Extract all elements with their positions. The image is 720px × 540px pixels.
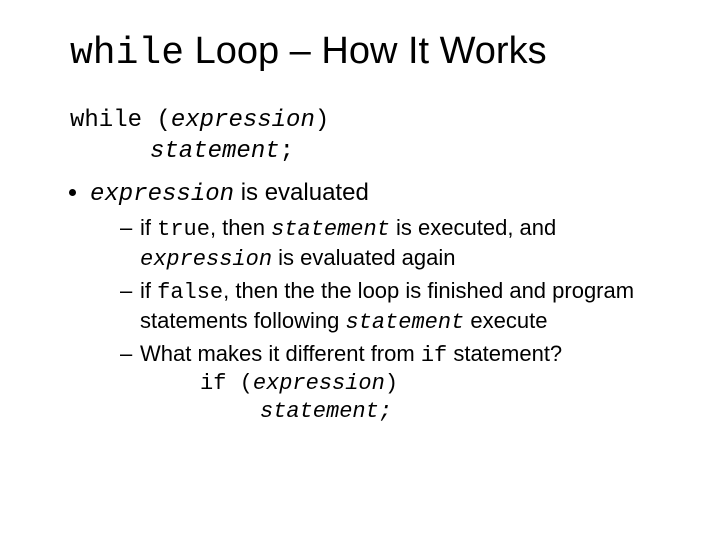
t: is executed, and: [390, 215, 556, 240]
t: is evaluated again: [272, 245, 455, 270]
t: What makes it different from: [140, 341, 421, 366]
stmt-token: statement: [150, 138, 280, 165]
slide-title: while Loop – How It Works: [70, 30, 670, 75]
t: statement?: [447, 341, 562, 366]
while-syntax: while (expression) statement;: [70, 105, 670, 167]
sub-item-2: if false, then the the loop is finished …: [120, 277, 670, 336]
kw-while: while (: [70, 107, 171, 134]
bullet-1: expression is evaluated if true, then st…: [90, 179, 670, 427]
syntax-line-1: while (expression): [70, 105, 670, 136]
close-paren: ): [315, 107, 329, 134]
title-code: while: [70, 32, 184, 75]
expr-token: expression: [140, 247, 272, 272]
if-line-2: statement;: [260, 398, 670, 427]
t: if: [140, 278, 157, 303]
sub-item-3: What makes it different from if statemen…: [120, 340, 670, 427]
bullet-list: expression is evaluated if true, then st…: [70, 179, 670, 427]
semicolon: ;: [280, 138, 294, 165]
t: if: [140, 215, 157, 240]
title-rest: Loop – How It Works: [184, 30, 547, 72]
if-token: if: [421, 343, 447, 368]
t: execute: [464, 308, 547, 333]
sub-list: if true, then statement is executed, and…: [120, 214, 670, 427]
sub-item-1: if true, then statement is executed, and…: [120, 214, 670, 273]
true-token: true: [157, 217, 210, 242]
expr-token: expression: [171, 107, 315, 134]
kw-if: if (: [200, 371, 253, 396]
slide: while Loop – How It Works while (express…: [0, 0, 720, 427]
stmt-token: statement: [271, 217, 390, 242]
t: , then: [210, 215, 271, 240]
bullet-expr: expression: [90, 181, 234, 208]
syntax-line-2: statement;: [150, 136, 670, 167]
if-syntax: if (expression) statement;: [200, 370, 670, 427]
stmt-token: statement: [345, 310, 464, 335]
bullet-rest: is evaluated: [234, 179, 369, 206]
expr-token: expression: [253, 371, 385, 396]
false-token: false: [157, 280, 223, 305]
if-line-1: if (expression): [200, 370, 670, 399]
close-paren: ): [385, 371, 398, 396]
